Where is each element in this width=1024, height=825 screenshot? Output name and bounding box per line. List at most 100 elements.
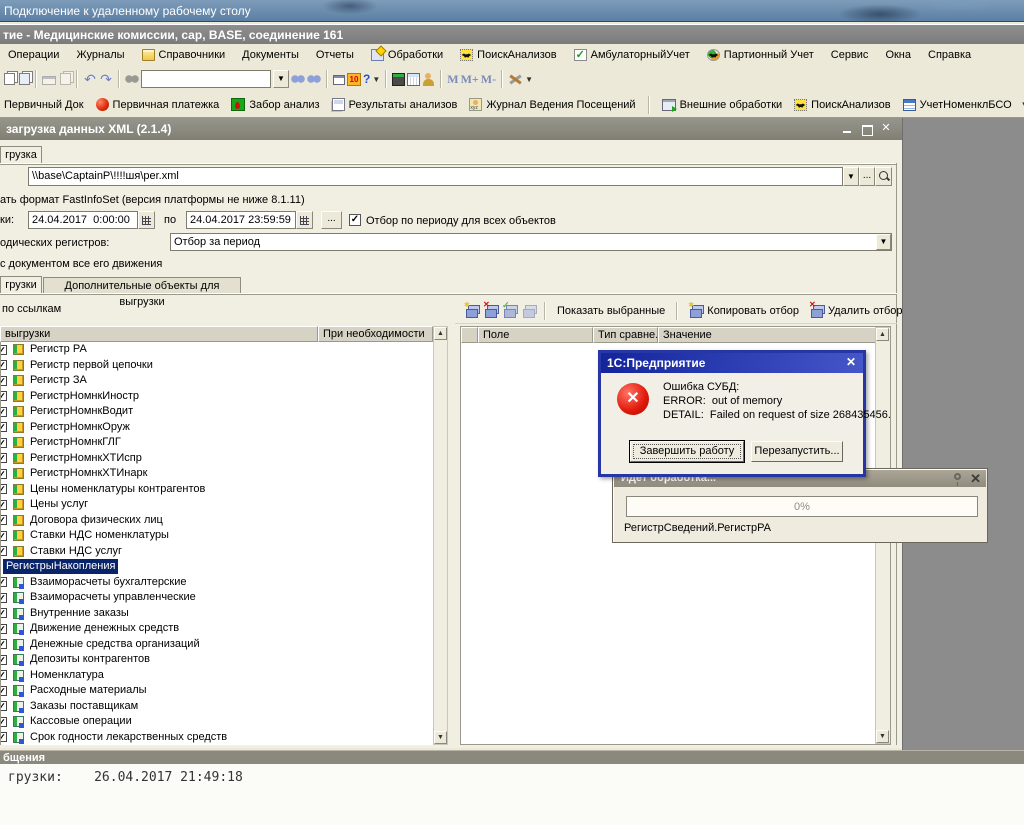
- print-preview-icon[interactable]: [60, 73, 71, 85]
- fields-column-compare[interactable]: Тип сравне...: [593, 327, 658, 343]
- quick-search-input[interactable]: [141, 70, 271, 88]
- paste-icon[interactable]: [19, 73, 30, 85]
- period-filter-checkbox[interactable]: ✓: [349, 214, 361, 226]
- memory-mplus-button[interactable]: М+: [461, 72, 479, 87]
- tree-row[interactable]: ✓Расходные материалы: [1, 683, 433, 699]
- toolbar-overflow-icon[interactable]: ▼: [372, 75, 380, 84]
- memory-m-button[interactable]: М: [447, 72, 458, 87]
- tree-row[interactable]: ✓Заказы поставщикам: [1, 699, 433, 715]
- find-icon[interactable]: [125, 74, 139, 84]
- close-icon[interactable]: ✕: [843, 355, 859, 370]
- toolbar-button[interactable]: Результаты анализов: [329, 97, 461, 112]
- calculator-icon[interactable]: [392, 73, 405, 86]
- row-checkbox[interactable]: ✓: [0, 422, 7, 432]
- add-filter-icon[interactable]: [465, 305, 479, 317]
- calendar-picker-icon[interactable]: [296, 211, 313, 229]
- toolbar-overflow-icon[interactable]: ▼: [525, 75, 533, 84]
- row-checkbox[interactable]: ✓: [0, 531, 7, 541]
- copy-icon[interactable]: [4, 73, 15, 85]
- tree-row[interactable]: ✓Регистр первой цепочки: [1, 358, 433, 374]
- tree-row[interactable]: ✓Срок годности лекарственных средств: [1, 730, 433, 746]
- row-checkbox[interactable]: ✓: [0, 469, 7, 479]
- app-titlebar[interactable]: тие - Медицинские комиссии, сар, BASE, с…: [0, 24, 1024, 44]
- row-checkbox[interactable]: ✓: [0, 376, 7, 386]
- fields-column-field[interactable]: Поле: [478, 327, 593, 343]
- toolbar-button[interactable]: УчетНоменклБСО: [900, 98, 1015, 112]
- menu-item[interactable]: Сервис: [831, 49, 869, 61]
- tree-row[interactable]: РегистрыНакопления: [1, 559, 433, 575]
- row-checkbox[interactable]: ✓: [0, 546, 7, 556]
- menu-item[interactable]: Справочники: [142, 49, 226, 61]
- scroll-down-icon[interactable]: ▼: [876, 730, 889, 743]
- tree-row[interactable]: ✓Ставки НДС номенклатуры: [1, 528, 433, 544]
- tree-column-necessity[interactable]: При необходимости: [318, 326, 433, 342]
- row-checkbox[interactable]: ✓: [0, 624, 7, 634]
- tree-row[interactable]: ✓Кассовые операции: [1, 714, 433, 730]
- tree-row[interactable]: ✓Регистр РА: [1, 342, 433, 358]
- tab-main[interactable]: грузка: [0, 146, 42, 163]
- tools-icon[interactable]: [508, 72, 523, 86]
- tree-row[interactable]: ✓РегистрНомнкВодит: [1, 404, 433, 420]
- user-icon[interactable]: [422, 73, 435, 86]
- menu-item[interactable]: Операции: [8, 49, 59, 61]
- row-checkbox[interactable]: ✓: [0, 360, 7, 370]
- row-checkbox[interactable]: ✓: [0, 500, 7, 510]
- row-checkbox[interactable]: ✓: [0, 515, 7, 525]
- copy-selection-button[interactable]: Копировать отбор: [686, 304, 802, 318]
- tree-row[interactable]: ✓Депозиты контрагентов: [1, 652, 433, 668]
- help-topics-icon[interactable]: 10: [347, 73, 361, 86]
- error-titlebar[interactable]: 1С:Предприятие: [601, 353, 863, 373]
- toolbar-button[interactable]: ПоискАнализов: [791, 98, 893, 112]
- window-titlebar[interactable]: загрузка данных XML (2.1.4): [0, 118, 902, 140]
- period-to-field[interactable]: 24.04.2017 23:59:59: [186, 211, 296, 229]
- minimize-button[interactable]: [840, 122, 856, 136]
- tab-export-objects[interactable]: грузки: [0, 276, 42, 293]
- tree-row[interactable]: ✓Договора физических лиц: [1, 513, 433, 529]
- restart-button[interactable]: Перезапустить...: [751, 441, 843, 462]
- registers-combo[interactable]: Отбор за период: [170, 233, 892, 251]
- undo-icon[interactable]: ↶: [83, 72, 97, 86]
- period-from-field[interactable]: 24.04.2017 0:00:00: [28, 211, 138, 229]
- close-icon[interactable]: ✕: [970, 470, 981, 487]
- remove-filter-icon[interactable]: [484, 305, 498, 317]
- terminate-button[interactable]: Завершить работу: [630, 441, 744, 462]
- tree-scrollbar[interactable]: ▲ ▼: [433, 326, 448, 745]
- menu-item[interactable]: Партионный Учет: [707, 49, 814, 61]
- registers-dropdown-arrow-icon[interactable]: ▼: [876, 234, 891, 250]
- windows-icon[interactable]: [333, 75, 345, 85]
- row-checkbox[interactable]: ✓: [0, 407, 7, 417]
- memory-mminus-button[interactable]: М-: [481, 72, 496, 87]
- tree-row[interactable]: ✓РегистрНомнкХТИспр: [1, 451, 433, 467]
- menu-item[interactable]: АмбулаторныйУчет: [574, 49, 690, 61]
- row-checkbox[interactable]: ✓: [0, 577, 7, 587]
- toolbar-button[interactable]: Журнал Ведения Посещений: [466, 97, 638, 112]
- calendar-icon[interactable]: [407, 73, 420, 86]
- menu-item[interactable]: Окна: [885, 49, 911, 61]
- tree-row[interactable]: ✓РегистрНомнкОруж: [1, 420, 433, 436]
- tree-row[interactable]: ✓Движение денежных средств: [1, 621, 433, 637]
- tree-row[interactable]: ✓Номенклатура: [1, 668, 433, 684]
- tree-row[interactable]: ✓Взаиморасчеты управленческие: [1, 590, 433, 606]
- tab-additional-objects[interactable]: Дополнительные объекты для выгрузки: [43, 277, 241, 293]
- delete-selection-button[interactable]: Удалить отбор: [807, 304, 906, 318]
- row-checkbox[interactable]: ✓: [0, 670, 7, 680]
- print-icon[interactable]: [42, 76, 56, 85]
- fields-column-value[interactable]: Значение: [658, 327, 876, 343]
- question-icon[interactable]: ?: [363, 72, 370, 86]
- row-checkbox[interactable]: ✓: [0, 732, 7, 742]
- search-dropdown-arrow-icon[interactable]: ▼: [273, 70, 289, 88]
- menu-item[interactable]: Обработки: [371, 49, 443, 61]
- row-checkbox[interactable]: ✓: [0, 608, 7, 618]
- menu-item[interactable]: Документы: [242, 49, 299, 61]
- copy-filter-icon[interactable]: [522, 305, 536, 317]
- toolbar-button[interactable]: Первичная платежка: [93, 97, 223, 112]
- apply-filter-icon[interactable]: [503, 305, 517, 317]
- period-options-button[interactable]: ...: [321, 211, 342, 229]
- tree-row[interactable]: ✓РегистрНомнкХТИнарк: [1, 466, 433, 482]
- row-checkbox[interactable]: ✓: [0, 717, 7, 727]
- menu-item[interactable]: ПоискАнализов: [460, 49, 556, 61]
- tree-row[interactable]: ✓Денежные средства организаций: [1, 637, 433, 653]
- tree-row[interactable]: ✓Ставки НДС услуг: [1, 544, 433, 560]
- row-checkbox[interactable]: ✓: [0, 593, 7, 603]
- xml-path-field[interactable]: \\base\CaptainP\!!!!шя\per.xml: [28, 167, 843, 186]
